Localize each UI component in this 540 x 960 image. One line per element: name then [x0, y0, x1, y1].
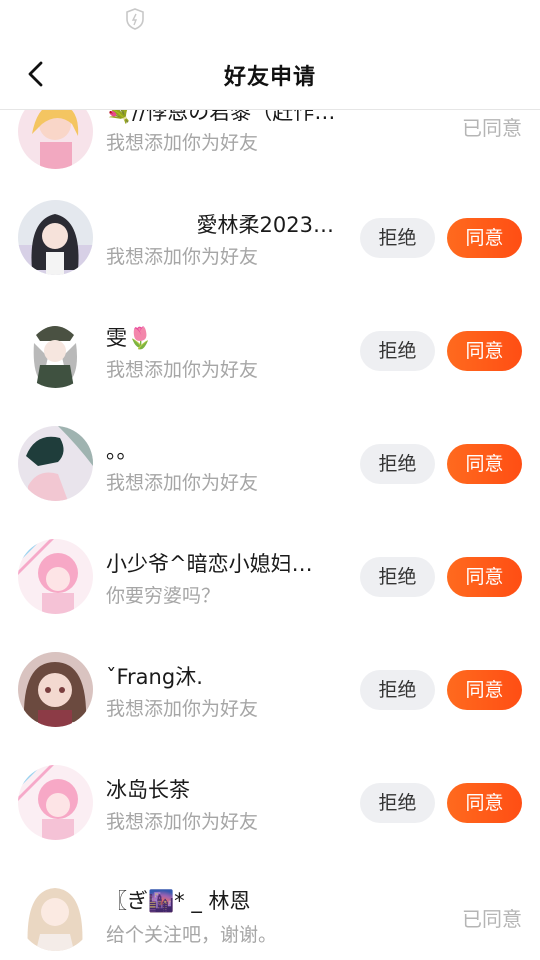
avatar[interactable] — [18, 876, 93, 951]
avatar[interactable] — [18, 313, 93, 388]
agreed-status: 已同意 — [462, 907, 522, 931]
avatar[interactable] — [18, 426, 93, 501]
shield-icon — [124, 7, 146, 31]
request-message: 我想添加你为好友 — [106, 132, 259, 154]
accept-button[interactable]: 同意 — [447, 783, 522, 823]
requester-name: 小少爷^暗恋小媳妇… — [106, 552, 313, 576]
request-message: 我想添加你为好友 — [106, 246, 259, 268]
page-title: 好友申请 — [223, 65, 316, 90]
avatar[interactable] — [18, 765, 93, 840]
request-message: 我想添加你为好友 — [106, 359, 259, 381]
reject-button[interactable]: 拒绝 — [360, 444, 435, 484]
list-item[interactable]: 冰岛长茶 我想添加你为好友 拒绝 同意 — [0, 746, 540, 859]
avatar[interactable] — [18, 200, 93, 275]
list-item[interactable]: 小少爷^暗恋小媳妇… 你要穷婆吗？ 拒绝 同意 — [0, 520, 540, 633]
requester-name: ˇFrang沐. — [106, 665, 203, 689]
list-item[interactable]: 雯🌷 我想添加你为好友 拒绝 同意 — [0, 294, 540, 407]
reject-button[interactable]: 拒绝 — [360, 783, 435, 823]
reject-button[interactable]: 拒绝 — [360, 670, 435, 710]
request-message: 你要穷婆吗？ — [106, 585, 221, 607]
list-item[interactable]: 〖ぎ🌆* _ 林恩 给个关注吧，谢谢。 已同意 — [0, 859, 540, 960]
list-item[interactable]: 。。 我想添加你为好友 拒绝 同意 — [0, 407, 540, 520]
requester-name: 愛林柔2023… — [196, 213, 334, 237]
status-bar — [0, 0, 540, 40]
accept-button[interactable]: 同意 — [447, 557, 522, 597]
accept-button[interactable]: 同意 — [447, 444, 522, 484]
reject-button[interactable]: 拒绝 — [360, 218, 435, 258]
list-item[interactable]: 愛林柔2023… 我想添加你为好友 拒绝 同意 — [0, 181, 540, 294]
accept-button[interactable]: 同意 — [447, 331, 522, 371]
nav-bar: 好友申请 — [0, 40, 540, 110]
agreed-status: 已同意 — [462, 116, 522, 140]
request-message: 我想添加你为好友 — [106, 698, 259, 720]
request-message: 给个关注吧，谢谢。 — [106, 924, 278, 946]
accept-button[interactable]: 同意 — [447, 218, 522, 258]
requester-name: 雯🌷 — [106, 326, 154, 350]
requester-name: 。。 — [106, 439, 138, 463]
requester-name: 冰岛长茶 — [106, 778, 190, 802]
list-item[interactable]: ˇFrang沐. 我想添加你为好友 拒绝 同意 — [0, 633, 540, 746]
accept-button[interactable]: 同意 — [447, 670, 522, 710]
avatar[interactable] — [18, 539, 93, 614]
friend-request-list: 💐//悸恩の君黎（赶作业中） 我想添加你为好友 已同意 愛林柔2023… 我想添… — [0, 0, 540, 960]
avatar[interactable] — [18, 652, 93, 727]
reject-button[interactable]: 拒绝 — [360, 557, 435, 597]
reject-button[interactable]: 拒绝 — [360, 331, 435, 371]
requester-name: 〖ぎ🌆* _ 林恩 — [106, 889, 251, 913]
request-message: 我想添加你为好友 — [106, 472, 259, 494]
request-message: 我想添加你为好友 — [106, 811, 259, 833]
